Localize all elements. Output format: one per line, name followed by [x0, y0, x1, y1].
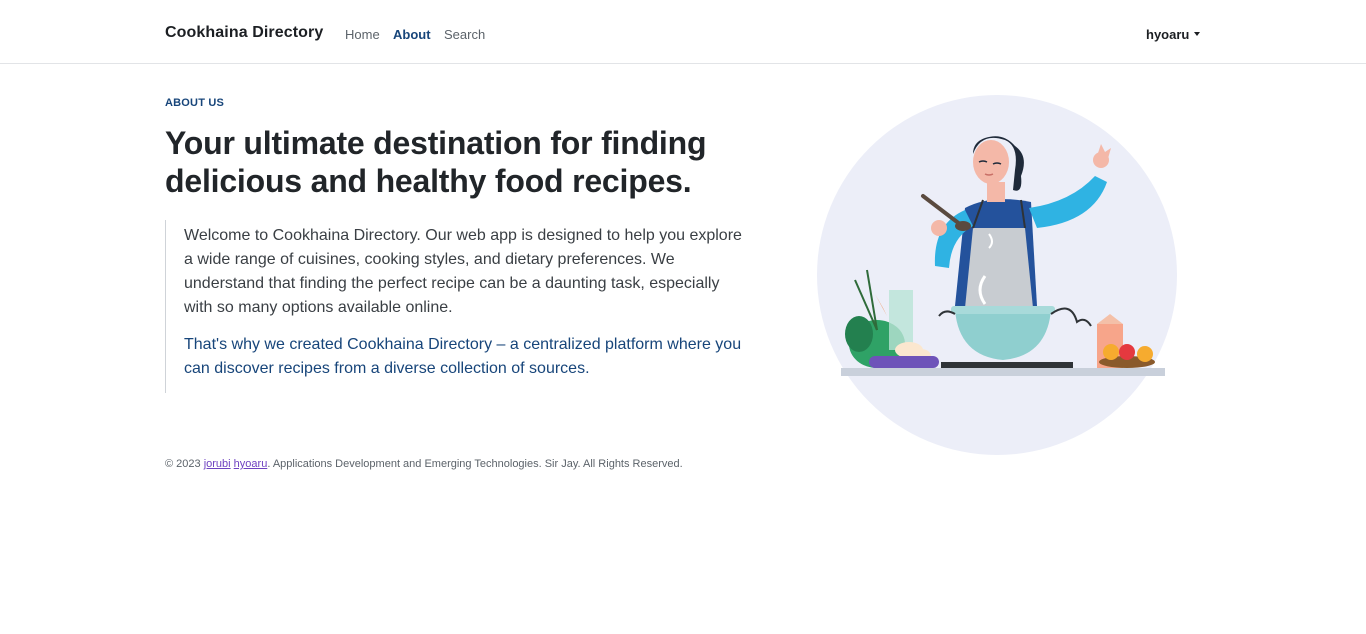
- nav-link-search[interactable]: Search: [444, 27, 485, 42]
- top-navbar: Cookhaina Directory Home About Search hy…: [0, 0, 1366, 64]
- copyright-text: © 2023: [165, 458, 201, 470]
- chef-cooking-illustration: [815, 94, 1179, 456]
- user-name: hyoaru: [1146, 27, 1190, 42]
- highlight-paragraph: That's why we created Cookhaina Director…: [184, 336, 742, 377]
- caret-down-icon: [1194, 32, 1201, 36]
- author-link-hyoaru[interactable]: hyoaru: [234, 458, 268, 470]
- footer-suffix: . Applications Development and Emerging …: [267, 458, 683, 470]
- nav-link-home[interactable]: Home: [345, 27, 380, 42]
- section-eyebrow: ABOUT US: [165, 97, 225, 109]
- page-title: Your ultimate destination for finding de…: [165, 125, 707, 199]
- author-link-jorubi[interactable]: jorubi: [204, 458, 231, 470]
- intro-paragraph: Welcome to Cookhaina Directory. Our web …: [184, 227, 742, 316]
- brand-logo-link[interactable]: Cookhaina Directory: [165, 24, 323, 42]
- about-quote: Welcome to Cookhaina Directory. Our web …: [165, 220, 765, 393]
- nav-link-about[interactable]: About: [393, 27, 431, 42]
- user-menu-dropdown[interactable]: hyoaru: [1146, 27, 1201, 42]
- page-footer: © 2023 jorubi hyoaru. Applications Devel…: [165, 458, 683, 470]
